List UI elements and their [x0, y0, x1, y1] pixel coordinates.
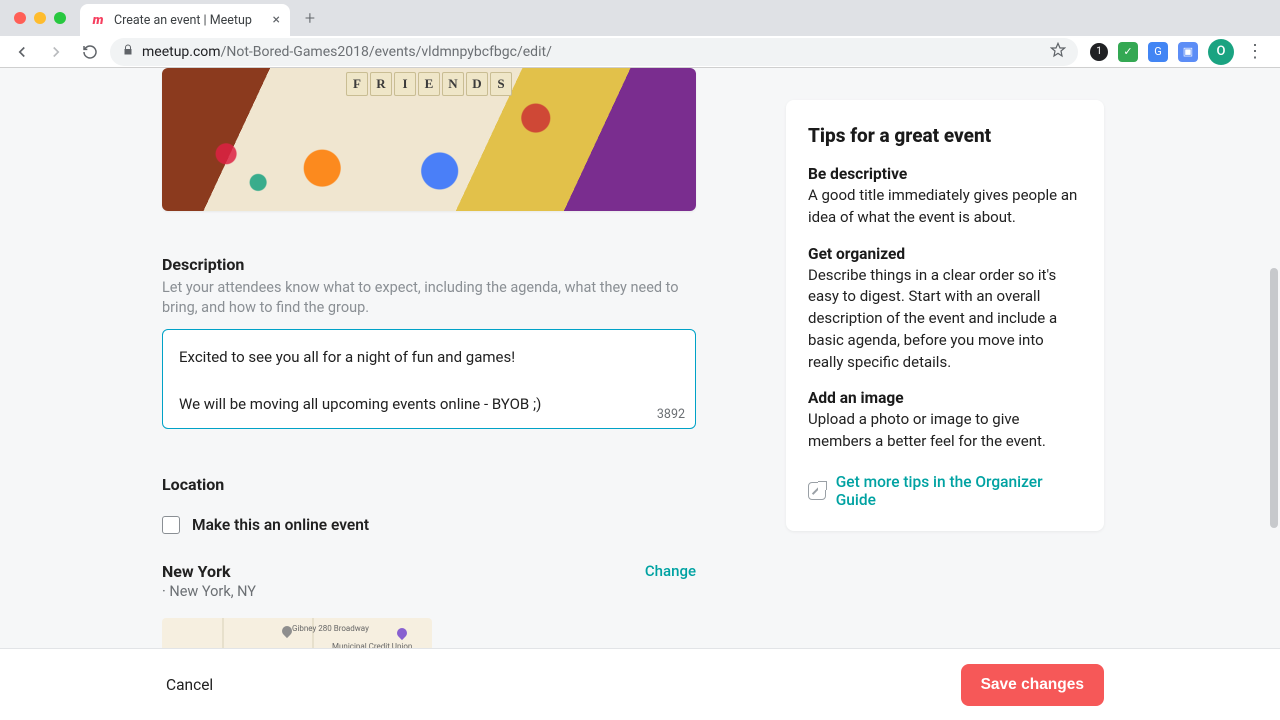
tips-title: Tips for a great event: [808, 124, 1082, 147]
window-controls: [8, 0, 74, 36]
online-event-label: Make this an online event: [192, 516, 369, 534]
address-bar[interactable]: meetup.com/Not-Bored-Games2018/events/vl…: [110, 38, 1078, 66]
organizer-guide-link[interactable]: Get more tips in the Organizer Guide: [808, 473, 1082, 509]
star-icon[interactable]: [1050, 42, 1066, 62]
window-close-dot[interactable]: [14, 12, 26, 24]
reload-button[interactable]: [76, 38, 104, 66]
profile-avatar[interactable]: O: [1208, 39, 1234, 65]
window-zoom-dot[interactable]: [54, 12, 66, 24]
cover-scrabble-tiles: FRIENDS: [346, 72, 512, 96]
tip-text-2: Describe things in a clear order so it's…: [808, 265, 1082, 374]
back-button[interactable]: [8, 38, 36, 66]
extension-icon-1[interactable]: 1: [1090, 43, 1108, 61]
event-cover-image[interactable]: FRIENDS: [162, 68, 696, 211]
browser-tab-active[interactable]: m Create an event | Meetup ×: [80, 4, 290, 36]
tip-heading-2: Get organized: [808, 245, 1082, 263]
extensions-area: 1 ✓ G ▣ O ⋮: [1084, 39, 1272, 65]
lock-icon: [122, 44, 134, 59]
tip-text-1: A good title immediately gives people an…: [808, 185, 1082, 229]
page-content: FRIENDS Description Let your attendees k…: [0, 68, 1280, 648]
description-textarea[interactable]: Excited to see you all for a night of fu…: [162, 329, 696, 429]
extension-icon-3[interactable]: G: [1148, 42, 1168, 62]
location-subtext: · New York, NY: [162, 583, 256, 600]
main-column: FRIENDS Description Let your attendees k…: [162, 68, 696, 648]
location-map[interactable]: Gibney 280 Broadway New York Public Libr…: [162, 618, 432, 648]
change-location-link[interactable]: Change: [645, 562, 696, 580]
location-row: New York · New York, NY Change: [162, 562, 696, 600]
tab-title: Create an event | Meetup: [114, 13, 252, 28]
browser-menu-icon[interactable]: ⋮: [1244, 41, 1266, 62]
tab-strip: m Create an event | Meetup × +: [0, 0, 1280, 36]
browser-toolbar: meetup.com/Not-Bored-Games2018/events/vl…: [0, 36, 1280, 67]
description-char-count: 3892: [657, 407, 685, 422]
description-text: Excited to see you all for a night of fu…: [179, 346, 679, 416]
tip-heading-1: Be descriptive: [808, 165, 1082, 183]
location-heading: Location: [162, 475, 696, 494]
location-name: New York: [162, 562, 256, 581]
map-pin-icon: [395, 626, 409, 640]
organizer-guide-link-text: Get more tips in the Organizer Guide: [836, 473, 1082, 509]
extension-icon-4[interactable]: ▣: [1178, 42, 1198, 62]
footer-bar: Cancel Save changes: [0, 648, 1280, 720]
cancel-button[interactable]: Cancel: [166, 676, 213, 694]
forward-button[interactable]: [42, 38, 70, 66]
url-text: meetup.com/Not-Bored-Games2018/events/vl…: [142, 44, 552, 60]
save-changes-button[interactable]: Save changes: [961, 664, 1104, 706]
external-link-icon: [808, 482, 826, 500]
tip-heading-3: Add an image: [808, 389, 1082, 407]
map-label: Gibney 280 Broadway: [292, 624, 369, 633]
window-minimize-dot[interactable]: [34, 12, 46, 24]
scrollbar-thumb[interactable]: [1270, 268, 1278, 528]
tab-close-icon[interactable]: ×: [273, 12, 280, 28]
browser-chrome: m Create an event | Meetup × + meetup.co…: [0, 0, 1280, 68]
meetup-favicon: m: [90, 12, 106, 28]
online-event-row[interactable]: Make this an online event: [162, 516, 696, 534]
tips-panel: Tips for a great event Be descriptive A …: [786, 100, 1104, 531]
tip-text-3: Upload a photo or image to give members …: [808, 409, 1082, 453]
new-tab-button[interactable]: +: [296, 4, 324, 32]
online-event-checkbox[interactable]: [162, 516, 180, 534]
description-heading: Description: [162, 255, 696, 274]
extension-icon-2[interactable]: ✓: [1118, 42, 1138, 62]
description-subtext: Let your attendees know what to expect, …: [162, 278, 696, 317]
